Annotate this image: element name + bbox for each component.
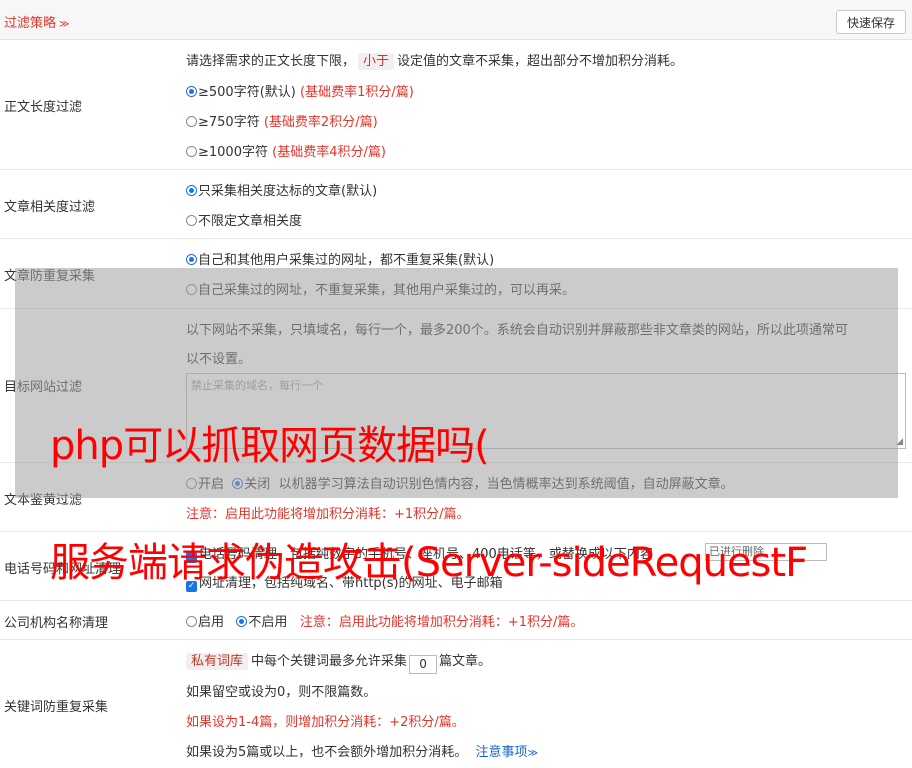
row-label: 文章防重复采集 <box>4 269 96 284</box>
option-note: (基础费率1积分/篇) <box>300 85 414 100</box>
option-label: 关闭 <box>244 477 271 492</box>
option-label: ≥500字符(默认) <box>198 85 296 100</box>
option-note: (基础费率2积分/篇) <box>263 115 378 130</box>
option-label: 只采集相关度达标的文章(默认) <box>198 184 378 199</box>
dedupe-option-2[interactable]: 自己采集过的网址，不重复采集，其他用户采集过的，可以再采。 <box>186 279 575 298</box>
desc-text: 如果设为5篇或以上，也不会额外增加积分消耗。 <box>186 745 468 760</box>
relevance-option-2[interactable]: 不限定文章相关度 <box>186 210 302 229</box>
keyword-dedupe-line-1: 私有词库 中每个关键词最多允许采集 0 篇文章。 <box>186 650 491 674</box>
option-label: 电话号码清理，包括纯数字的手机号、座机号、400电话等，或替换成以下内容 <box>199 547 653 562</box>
porn-filter-note: 注意：启用此功能将增加积分消耗：+1积分/篇。 <box>186 507 470 522</box>
phone-cleanup-option[interactable]: ✓ 电话号码清理，包括纯数字的手机号、座机号、400电话等，或替换成以下内容 <box>186 543 653 563</box>
porn-filter-desc: 以机器学习算法自动识别色情内容，当色情概率达到系统阈值，自动屏蔽文章。 <box>278 477 734 492</box>
textarea-placeholder: 禁止采集的域名，每行一个 <box>191 379 323 392</box>
keyword-dedupe-line-3: 如果设为1-4篇，则增加积分消耗：+2积分/篇。 <box>186 715 465 730</box>
keyword-dedupe-line-4: 如果设为5篇或以上，也不会额外增加积分消耗。 注意事项≫ <box>186 741 538 760</box>
radio-selected-icon[interactable] <box>186 254 197 265</box>
option-label: 不限定文章相关度 <box>198 214 303 229</box>
option-1000[interactable]: ≥1000字符 (基础费率4积分/篇) <box>186 141 386 160</box>
desc-text: 请选择需求的正文长度下限， <box>186 54 356 69</box>
porn-filter-options: 开启 关闭 以机器学习算法自动识别色情内容，当色情概率达到系统阈值，自动屏蔽文章… <box>186 473 734 492</box>
row-label: 目标网站过滤 <box>4 380 83 395</box>
relevance-option-1[interactable]: 只采集相关度达标的文章(默认) <box>186 180 377 199</box>
porn-on-option[interactable]: 开启 <box>186 477 224 492</box>
row-label: 正文长度过滤 <box>4 100 83 115</box>
desc-text: 中每个关键词最多允许采集 <box>251 654 408 669</box>
row-label: 公司机构名称清理 <box>4 616 109 631</box>
header-bar: 过滤策略 ≫ 快速保存 <box>0 0 912 40</box>
company-options: 启用 不启用 注意：启用此功能将增加积分消耗：+1积分/篇。 <box>186 611 583 630</box>
section-title-text: 过滤策略 <box>4 16 57 31</box>
notes-link[interactable]: 注意事项≫ <box>476 745 538 760</box>
option-label: 启用 <box>198 615 225 630</box>
option-label: 开启 <box>198 477 225 492</box>
porn-off-option[interactable]: 关闭 <box>232 477 270 492</box>
row-relevance: 文章相关度过滤 只采集相关度达标的文章(默认) 不限定文章相关度 <box>0 170 912 239</box>
checkbox-checked-icon[interactable]: ✓ <box>186 552 197 563</box>
option-750[interactable]: ≥750字符 (基础费率2积分/篇) <box>186 111 378 130</box>
desc-text: 设定值的文章不采集，超出部分不增加积分消耗。 <box>397 54 684 69</box>
option-label: 自己和其他用户采集过的网址，都不重复采集(默认) <box>198 253 495 268</box>
dedupe-option-1[interactable]: 自己和其他用户采集过的网址，都不重复采集(默认) <box>186 249 494 268</box>
resize-handle-icon[interactable]: ◢ <box>896 437 903 447</box>
company-off-option[interactable]: 不启用 <box>236 615 287 630</box>
option-500[interactable]: ≥500字符(默认) (基础费率1积分/篇) <box>186 81 414 100</box>
body-length-desc: 请选择需求的正文长度下限， 小于 设定值的文章不采集，超出部分不增加积分消耗。 <box>186 50 684 70</box>
row-company: 公司机构名称清理 启用 不启用 注意：启用此功能将增加积分消耗：+1积分/篇。 <box>0 601 912 640</box>
radio-selected-icon[interactable] <box>186 185 197 196</box>
site-filter-desc-2: 以不设置。 <box>186 352 252 367</box>
radio-icon[interactable] <box>186 116 197 127</box>
keyword-dedupe-line-2: 如果留空或设为0，则不限篇数。 <box>186 685 377 700</box>
max-articles-input[interactable]: 0 <box>409 655 438 674</box>
row-dedupe: 文章防重复采集 自己和其他用户采集过的网址，都不重复采集(默认) 自己采集过的网… <box>0 239 912 309</box>
section-title[interactable]: 过滤策略 ≫ <box>4 12 69 31</box>
row-site-filter: 目标网站过滤 以下网站不采集，只填域名，每行一个，最多200个。系统会自动识别并… <box>0 309 912 463</box>
radio-icon[interactable] <box>186 616 197 627</box>
desc-text: 篇文章。 <box>439 654 492 669</box>
radio-icon[interactable] <box>186 478 197 489</box>
row-label: 电话号码和网址清理 <box>4 562 122 577</box>
row-porn-filter: 文本鉴黄过滤 开启 关闭 以机器学习算法自动识别色情内容，当色情概率达到系统阈值… <box>0 463 912 532</box>
option-note: (基础费率4积分/篇) <box>272 145 386 160</box>
phone-replace-input[interactable]: 已进行删除 <box>705 543 827 561</box>
row-keyword-dedupe: 关键词防重复采集 私有词库 中每个关键词最多允许采集 0 篇文章。 如果留空或设为0，… <box>0 640 912 768</box>
less-than-chip: 小于 <box>358 53 395 70</box>
site-filter-desc-1: 以下网站不采集，只填域名，每行一个，最多200个。系统会自动识别并屏蔽那些非文章… <box>186 323 848 338</box>
option-label: ≥750字符 <box>198 115 260 130</box>
row-label: 文本鉴黄过滤 <box>4 493 83 508</box>
row-label: 关键词防重复采集 <box>4 700 109 715</box>
company-note: 注意：启用此功能将增加积分消耗：+1积分/篇。 <box>299 615 584 630</box>
checkbox-checked-icon[interactable]: ✓ <box>186 581 197 592</box>
option-label: 自己采集过的网址，不重复采集，其他用户采集过的，可以再采。 <box>198 283 576 298</box>
chevron-down-icon: ≫ <box>527 748 539 759</box>
radio-selected-icon[interactable] <box>236 616 248 627</box>
option-label: ≥1000字符 <box>198 145 268 160</box>
radio-icon[interactable] <box>186 284 197 295</box>
notes-link-text: 注意事项 <box>475 745 528 760</box>
option-label: 不启用 <box>248 615 288 630</box>
radio-selected-icon[interactable] <box>186 86 197 97</box>
row-phone-url: 电话号码和网址清理 ✓ 电话号码清理，包括纯数字的手机号、座机号、400电话等，或… <box>0 532 912 601</box>
row-body-length: 正文长度过滤 请选择需求的正文长度下限， 小于 设定值的文章不采集，超出部分不增加积… <box>0 40 912 170</box>
row-label: 文章相关度过滤 <box>4 200 96 215</box>
radio-selected-icon[interactable] <box>232 478 244 489</box>
double-chevron-down-icon: ≫ <box>59 19 70 30</box>
quick-save-button[interactable]: 快速保存 <box>836 10 906 34</box>
company-on-option[interactable]: 启用 <box>186 615 224 630</box>
option-label: 网址清理，包括纯域名、带http(s)的网址、电子邮箱 <box>199 576 503 591</box>
url-cleanup-option[interactable]: ✓ 网址清理，包括纯域名、带http(s)的网址、电子邮箱 <box>186 572 503 592</box>
radio-icon[interactable] <box>186 215 197 226</box>
radio-icon[interactable] <box>186 146 197 157</box>
blocked-domains-textarea[interactable]: 禁止采集的域名，每行一个 ◢ <box>186 373 906 449</box>
private-wordbank-chip[interactable]: 私有词库 <box>186 653 249 670</box>
